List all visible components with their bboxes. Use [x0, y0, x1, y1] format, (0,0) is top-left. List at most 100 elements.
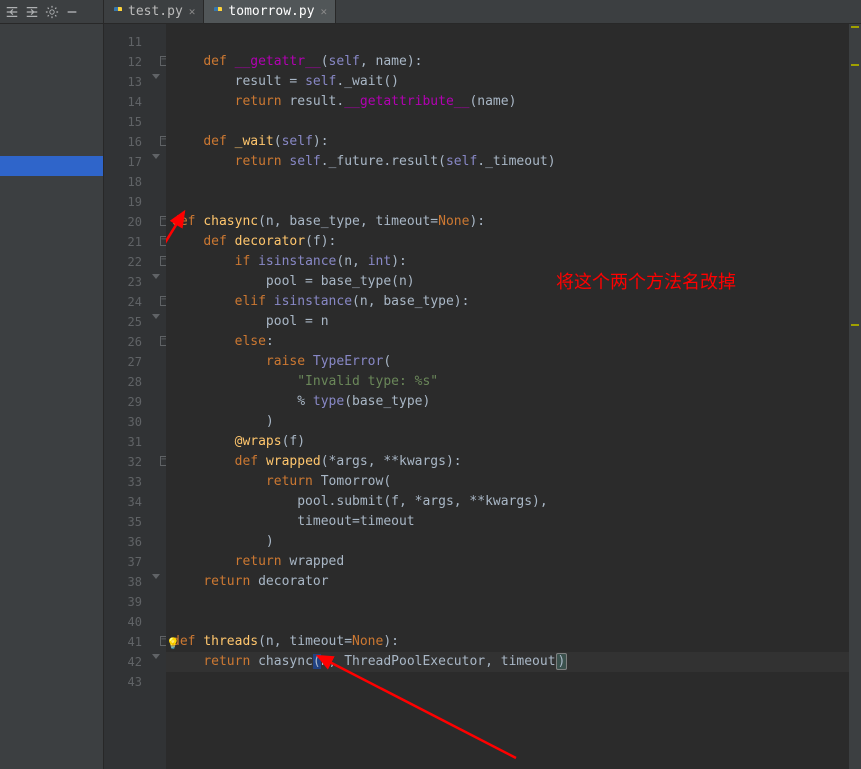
code-line[interactable]: result = self._wait() [166, 72, 861, 92]
python-file-icon [212, 6, 224, 18]
fold-handle[interactable] [150, 316, 160, 326]
code-line[interactable] [166, 172, 861, 192]
code-line[interactable]: def chasync(n, base_type, timeout=None): [166, 212, 861, 232]
code-line[interactable]: raise TypeError( [166, 352, 861, 372]
code-line[interactable]: return self._future.result(self._timeout… [166, 152, 861, 172]
fold-handle[interactable] [150, 636, 160, 646]
line-number[interactable]: 36 [104, 532, 166, 552]
fold-handle[interactable] [150, 576, 160, 586]
line-number[interactable]: 21 [104, 232, 166, 252]
toolbar [0, 0, 104, 23]
line-number[interactable]: 28 [104, 372, 166, 392]
code-line[interactable]: return chasync(n, ThreadPoolExecutor, ti… [166, 652, 861, 672]
line-number[interactable]: 30 [104, 412, 166, 432]
project-sidebar[interactable] [0, 24, 104, 769]
tab-tomorrow-py[interactable]: tomorrow.py ✕ [204, 0, 336, 23]
close-icon[interactable]: ✕ [321, 5, 328, 18]
code-line[interactable]: "Invalid type: %s" [166, 372, 861, 392]
code-line[interactable]: pool = n [166, 312, 861, 332]
fold-handle[interactable] [150, 56, 160, 66]
fold-handle[interactable] [150, 156, 160, 166]
line-number[interactable]: 27 [104, 352, 166, 372]
minimize-icon[interactable] [64, 4, 80, 20]
code-line[interactable] [166, 32, 861, 52]
line-number[interactable]: 11 [104, 32, 166, 52]
line-number[interactable]: 25 [104, 312, 166, 332]
gutter[interactable]: 1112131415161718192021222324252627282930… [104, 24, 166, 769]
line-number[interactable]: 14 [104, 92, 166, 112]
line-number[interactable]: 33 [104, 472, 166, 492]
line-number[interactable]: 13 [104, 72, 166, 92]
code-line[interactable]: ) [166, 412, 861, 432]
fold-handle[interactable] [150, 336, 160, 346]
code-line[interactable] [166, 672, 861, 692]
code-line[interactable] [166, 592, 861, 612]
line-number[interactable]: 19 [104, 192, 166, 212]
code-line[interactable]: return decorator [166, 572, 861, 592]
code-line[interactable]: timeout=timeout [166, 512, 861, 532]
tab-test-py[interactable]: test.py ✕ [104, 0, 204, 23]
gear-icon[interactable] [44, 4, 60, 20]
line-number[interactable]: 12 [104, 52, 166, 72]
line-number[interactable]: 32 [104, 452, 166, 472]
line-number[interactable]: 38 [104, 572, 166, 592]
code-line[interactable] [166, 112, 861, 132]
fold-handle[interactable] [150, 136, 160, 146]
top-bar: test.py ✕ tomorrow.py ✕ [0, 0, 861, 24]
code-line[interactable]: if isinstance(n, int): [166, 252, 861, 272]
code-line[interactable]: return result.__getattribute__(name) [166, 92, 861, 112]
line-number[interactable]: 42 [104, 652, 166, 672]
fold-handle[interactable] [150, 216, 160, 226]
line-number[interactable]: 39 [104, 592, 166, 612]
fold-handle[interactable] [150, 76, 160, 86]
code-line[interactable]: def __getattr__(self, name): [166, 52, 861, 72]
code-line[interactable] [166, 612, 861, 632]
line-number[interactable]: 41 [104, 632, 166, 652]
fold-handle[interactable] [150, 456, 160, 466]
line-number[interactable]: 37 [104, 552, 166, 572]
fold-handle[interactable] [150, 296, 160, 306]
sidebar-selection [0, 156, 103, 176]
line-number[interactable]: 16 [104, 132, 166, 152]
indent-left-icon[interactable] [4, 4, 20, 20]
python-file-icon [112, 6, 124, 18]
code-line[interactable]: ) [166, 532, 861, 552]
fold-handle[interactable] [150, 276, 160, 286]
line-number[interactable]: 43 [104, 672, 166, 692]
code-line[interactable]: % type(base_type) [166, 392, 861, 412]
line-number[interactable]: 40 [104, 612, 166, 632]
code-line[interactable]: pool.submit(f, *args, **kwargs), [166, 492, 861, 512]
code-line[interactable]: def decorator(f): [166, 232, 861, 252]
fold-handle[interactable] [150, 656, 160, 666]
fold-handle[interactable] [150, 236, 160, 246]
tab-label: test.py [128, 4, 183, 19]
code-line[interactable]: return wrapped [166, 552, 861, 572]
code-line[interactable]: def wrapped(*args, **kwargs): [166, 452, 861, 472]
close-icon[interactable]: ✕ [189, 5, 196, 18]
code-line[interactable]: def threads(n, timeout=None): [166, 632, 861, 652]
line-number[interactable]: 17 [104, 152, 166, 172]
line-number[interactable]: 35 [104, 512, 166, 532]
line-number[interactable]: 20 [104, 212, 166, 232]
code-editor[interactable]: def __getattr__(self, name): result = se… [166, 24, 861, 769]
line-number[interactable]: 26 [104, 332, 166, 352]
scrollbar[interactable] [849, 24, 861, 769]
code-line[interactable]: else: [166, 332, 861, 352]
line-number[interactable]: 22 [104, 252, 166, 272]
line-number[interactable]: 23 [104, 272, 166, 292]
indent-right-icon[interactable] [24, 4, 40, 20]
code-line[interactable] [166, 192, 861, 212]
code-line[interactable]: pool = base_type(n) [166, 272, 861, 292]
code-line[interactable]: return Tomorrow( [166, 472, 861, 492]
line-number[interactable]: 15 [104, 112, 166, 132]
code-line[interactable]: elif isinstance(n, base_type): [166, 292, 861, 312]
line-number[interactable]: 31 [104, 432, 166, 452]
editor-tabs: test.py ✕ tomorrow.py ✕ [104, 0, 336, 23]
code-line[interactable]: @wraps(f) [166, 432, 861, 452]
line-number[interactable]: 18 [104, 172, 166, 192]
line-number[interactable]: 34 [104, 492, 166, 512]
line-number[interactable]: 24 [104, 292, 166, 312]
line-number[interactable]: 29 [104, 392, 166, 412]
fold-handle[interactable] [150, 256, 160, 266]
code-line[interactable]: def _wait(self): [166, 132, 861, 152]
